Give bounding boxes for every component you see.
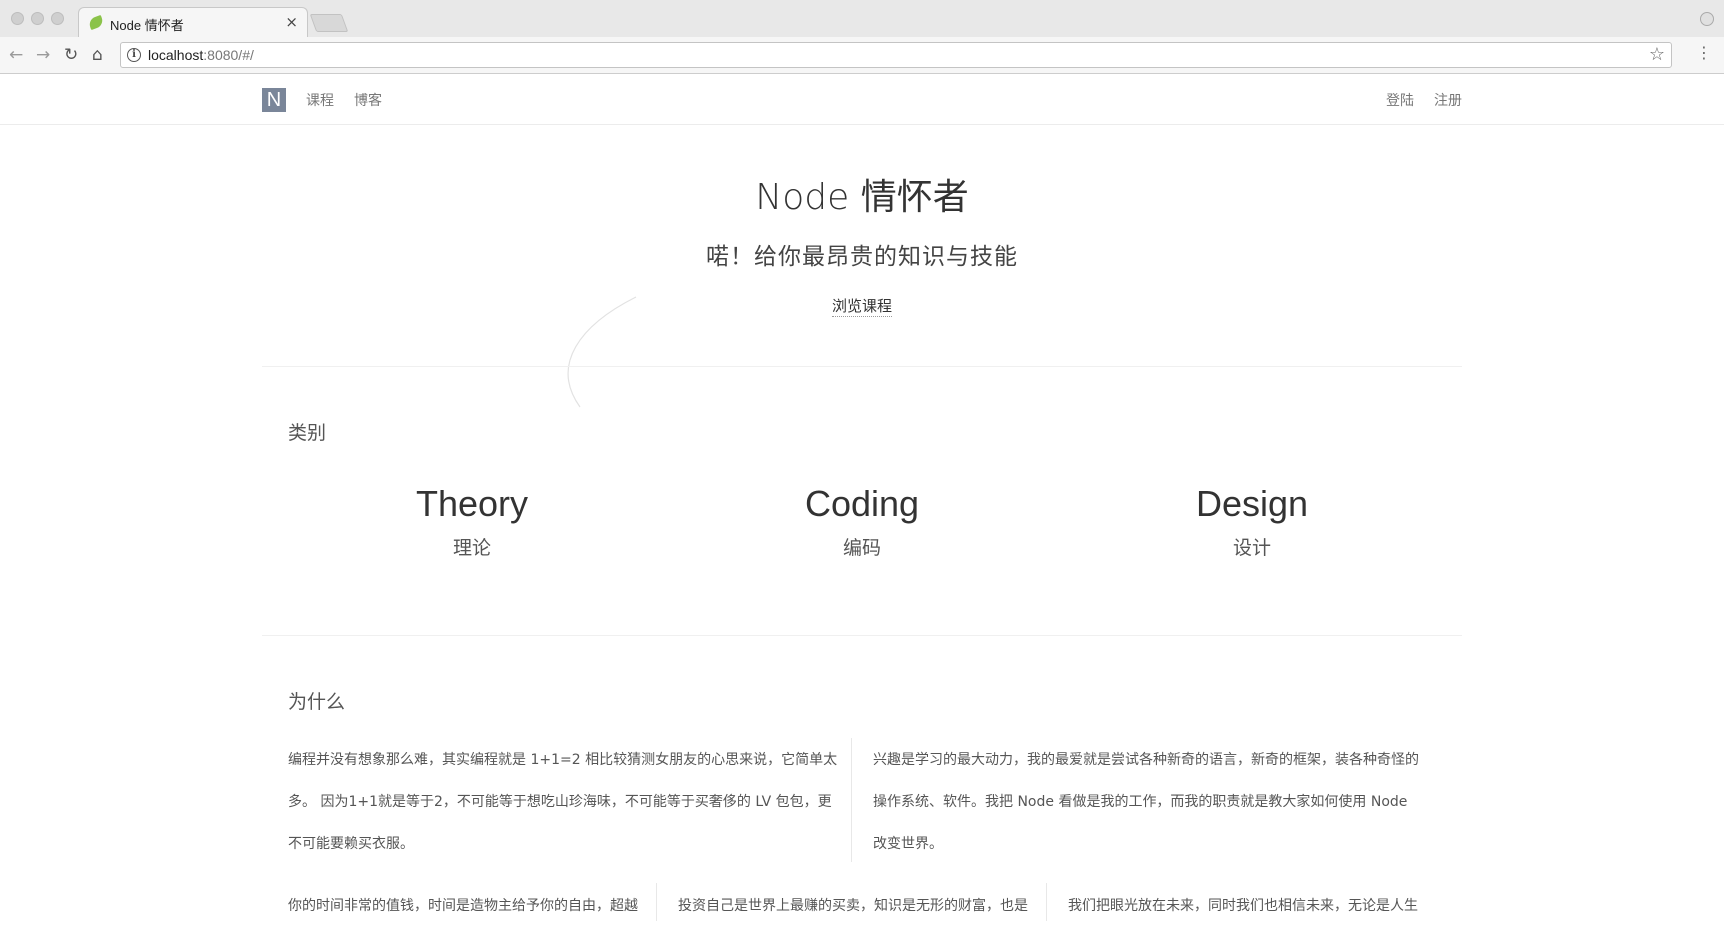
login-link[interactable]: 登陆 bbox=[1386, 90, 1414, 110]
divider bbox=[262, 366, 1462, 367]
nav-link-courses[interactable]: 课程 bbox=[306, 90, 334, 110]
categories-title: 类别 bbox=[288, 422, 327, 444]
column-divider bbox=[656, 883, 657, 921]
browse-courses-link-wrap: 浏览课程 bbox=[0, 295, 1724, 317]
window-minimize-button[interactable] bbox=[31, 12, 44, 25]
hero-subtitle: 喏！给你最昂贵的知识与技能 bbox=[706, 244, 1018, 270]
back-icon[interactable]: ← bbox=[9, 45, 23, 65]
category-name-en: Design bbox=[1195, 483, 1309, 524]
nav-link-blog[interactable]: 博客 bbox=[354, 90, 382, 110]
divider bbox=[262, 635, 1462, 636]
category-name-en: Coding bbox=[804, 483, 920, 524]
site-logo[interactable]: N bbox=[262, 88, 286, 112]
tab-close-icon[interactable]: × bbox=[285, 13, 298, 31]
browser-tabstrip: Node 情怀者 × bbox=[0, 0, 1724, 38]
site-navbar: N 课程 博客 登陆 注册 bbox=[0, 75, 1724, 125]
paragraph-line: 操作系统、软件。我把 Node 看做是我的工作，而我的职责就是教大家如何使用 N… bbox=[873, 794, 1408, 810]
url-path: :8080/#/ bbox=[203, 47, 254, 63]
browser-toolbar: ← → ↻ ⌂ i localhost:8080/#/ ☆ ⋮ bbox=[0, 37, 1724, 74]
why-title: 为什么 bbox=[288, 691, 346, 713]
home-icon[interactable]: ⌂ bbox=[92, 45, 103, 65]
url-host: localhost bbox=[148, 47, 204, 63]
category-name-cn: 编码 bbox=[842, 537, 881, 559]
category-name-cn: 设计 bbox=[1232, 537, 1271, 559]
leaf-favicon-icon bbox=[87, 14, 105, 31]
forward-icon[interactable]: → bbox=[36, 45, 50, 65]
info-icon[interactable]: i bbox=[127, 48, 141, 62]
column-divider bbox=[851, 738, 852, 862]
paragraph-line: 多。 因为1+1就是等于2，不可能等于想吃山珍海味，不可能等于买奢侈的 LV 包… bbox=[288, 794, 832, 810]
web-page: N 课程 博客 登陆 注册 Node 情怀者 喏！给你最昂贵的知识与技能 浏览课… bbox=[0, 75, 1724, 921]
profile-icon[interactable] bbox=[1700, 12, 1714, 26]
url-text[interactable]: localhost:8080/#/ bbox=[148, 47, 254, 63]
browser-tab[interactable]: Node 情怀者 × bbox=[78, 7, 308, 38]
new-tab-button[interactable] bbox=[309, 14, 349, 32]
bookmark-star-icon[interactable]: ☆ bbox=[1649, 44, 1665, 65]
category-design[interactable]: Design 设计 bbox=[1102, 483, 1402, 560]
window-close-button[interactable] bbox=[11, 12, 24, 25]
reload-icon[interactable]: ↻ bbox=[64, 45, 78, 65]
category-theory[interactable]: Theory 理论 bbox=[322, 483, 622, 560]
hero-title: Node 情怀者 bbox=[755, 177, 969, 218]
category-name-en: Theory bbox=[415, 483, 529, 524]
tab-title: Node 情怀者 bbox=[110, 18, 184, 33]
paragraph-line: 编程并没有想象那么难，其实编程就是 1+1=2 相比较猜测女朋友的心思来说，它简… bbox=[288, 752, 838, 768]
why-paragraph-2: 兴趣是学习的最大动力，我的最爱就是尝试各种新奇的语言，新奇的框架，装各种奇怪的 … bbox=[873, 739, 1453, 865]
category-name-cn: 理论 bbox=[452, 537, 491, 559]
browse-courses-link[interactable]: 浏览课程 bbox=[831, 297, 892, 317]
paragraph-line: 不可能要赖买衣服。 bbox=[288, 836, 414, 852]
paragraph-line: 兴趣是学习的最大动力，我的最爱就是尝试各种新奇的语言，新奇的框架，装各种奇怪的 bbox=[873, 752, 1419, 768]
browser-menu-icon[interactable]: ⋮ bbox=[1696, 43, 1712, 62]
paragraph-line: 改变世界。 bbox=[873, 836, 943, 852]
category-coding[interactable]: Coding 编码 bbox=[712, 483, 1012, 560]
column-divider bbox=[1046, 883, 1047, 921]
register-link[interactable]: 注册 bbox=[1434, 90, 1462, 110]
why-paragraph-1: 编程并没有想象那么难，其实编程就是 1+1=2 相比较猜测女朋友的心思来说，它简… bbox=[288, 739, 848, 865]
decorative-curve bbox=[567, 296, 637, 408]
window-maximize-button[interactable] bbox=[51, 12, 64, 25]
address-bar[interactable]: i localhost:8080/#/ ☆ bbox=[120, 42, 1672, 68]
